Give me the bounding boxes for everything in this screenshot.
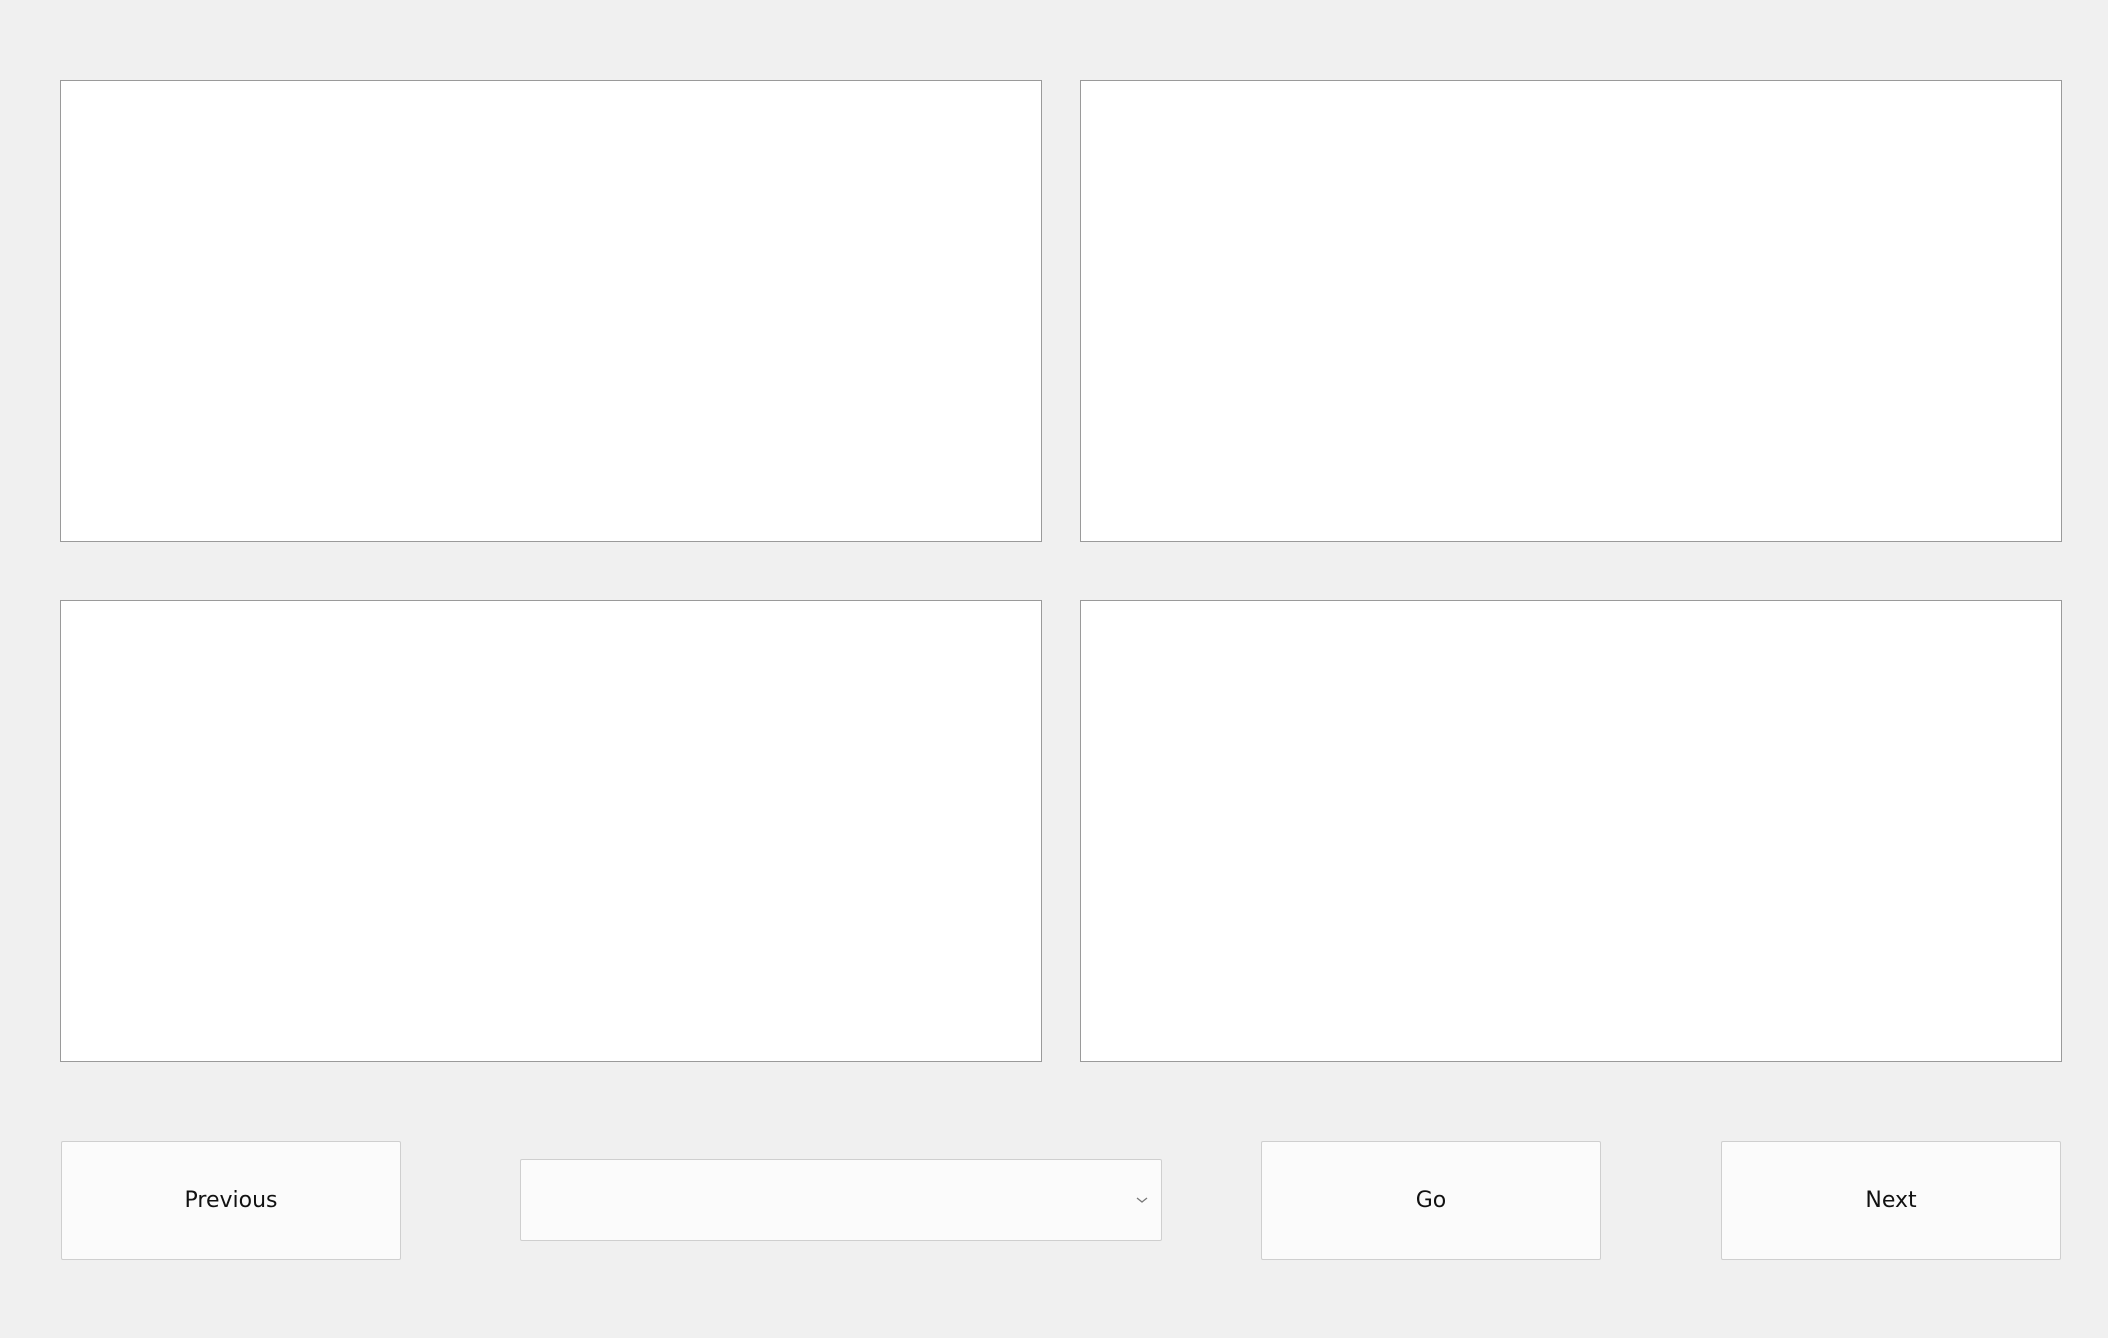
next-button-label: Next <box>1865 1188 1917 1213</box>
previous-button-label: Previous <box>184 1188 278 1213</box>
display-panel-top-left <box>60 80 1042 542</box>
go-button-label: Go <box>1415 1188 1447 1213</box>
page-select-dropdown[interactable] <box>520 1159 1162 1241</box>
previous-button[interactable]: Previous <box>61 1141 401 1260</box>
display-panel-bottom-left <box>60 600 1042 1062</box>
chevron-down-icon <box>1136 1197 1148 1203</box>
display-panel-top-right <box>1080 80 2062 542</box>
go-button[interactable]: Go <box>1261 1141 1601 1260</box>
display-panel-bottom-right <box>1080 600 2062 1062</box>
next-button[interactable]: Next <box>1721 1141 2061 1260</box>
